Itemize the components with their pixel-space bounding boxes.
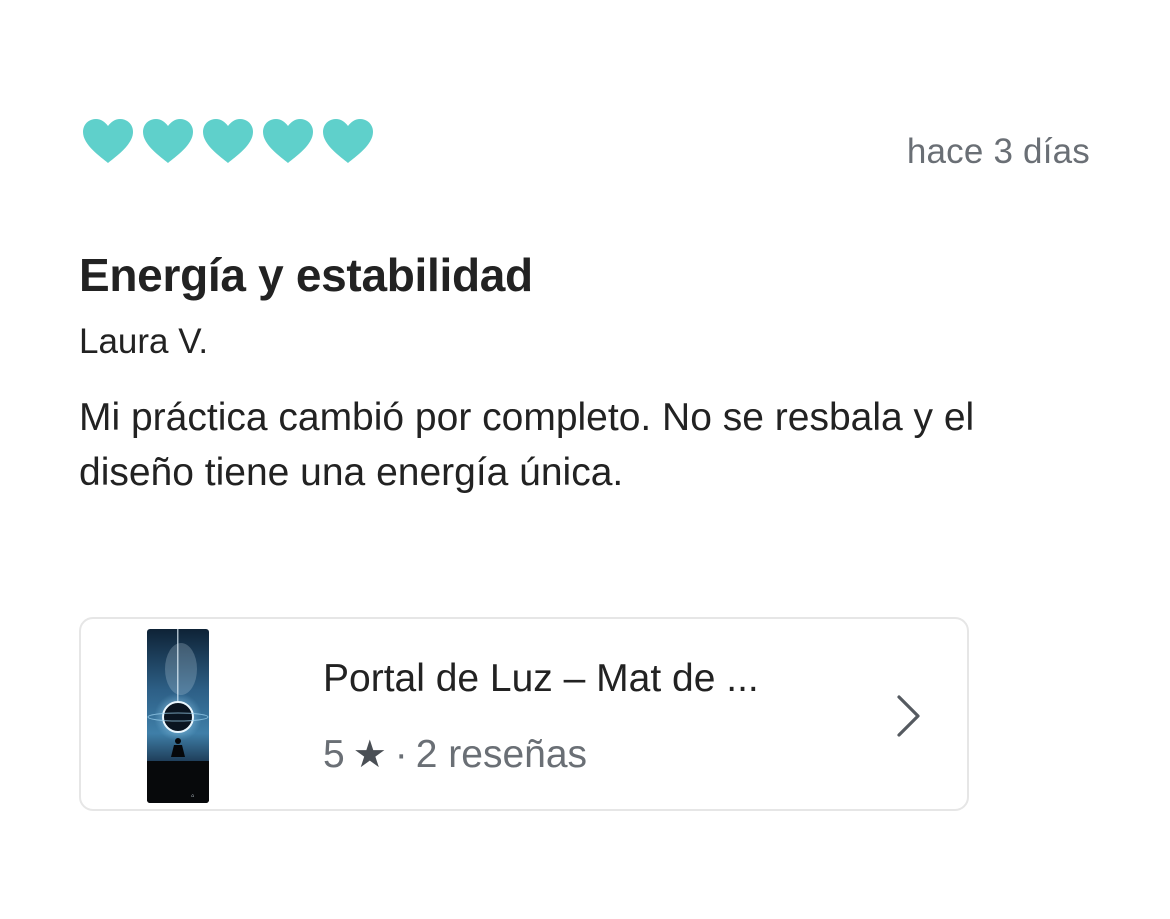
review-date: hace 3 días	[906, 132, 1090, 171]
heart-icon	[81, 117, 135, 165]
product-review-count: 2 reseñas	[415, 733, 588, 776]
review-body: Mi práctica cambió por completo. No se r…	[79, 396, 975, 494]
rating-hearts	[81, 117, 375, 165]
heart-icon	[321, 117, 375, 165]
heart-icon	[201, 117, 255, 165]
product-rating-summary: 5 ★ · 2 reseñas	[323, 733, 587, 777]
heart-icon	[261, 117, 315, 165]
meta-separator: ·	[394, 733, 408, 776]
review-title: Energía y estabilidad	[79, 249, 533, 301]
review-author: Laura V.	[79, 322, 209, 361]
svg-text:⌂: ⌂	[191, 793, 194, 799]
product-link-card[interactable]: ⌂ Portal de Luz – Mat de ... 5 ★ · 2 res…	[79, 617, 969, 811]
product-thumbnail: ⌂	[147, 629, 209, 803]
star-icon: ★	[352, 734, 387, 776]
review-card: hace 3 días Energía y estabilidad Laura …	[0, 0, 1170, 919]
product-name: Portal de Luz – Mat de ...	[323, 657, 759, 700]
chevron-right-icon[interactable]	[895, 693, 923, 739]
heart-icon	[141, 117, 195, 165]
product-rating-value: 5	[323, 733, 345, 776]
